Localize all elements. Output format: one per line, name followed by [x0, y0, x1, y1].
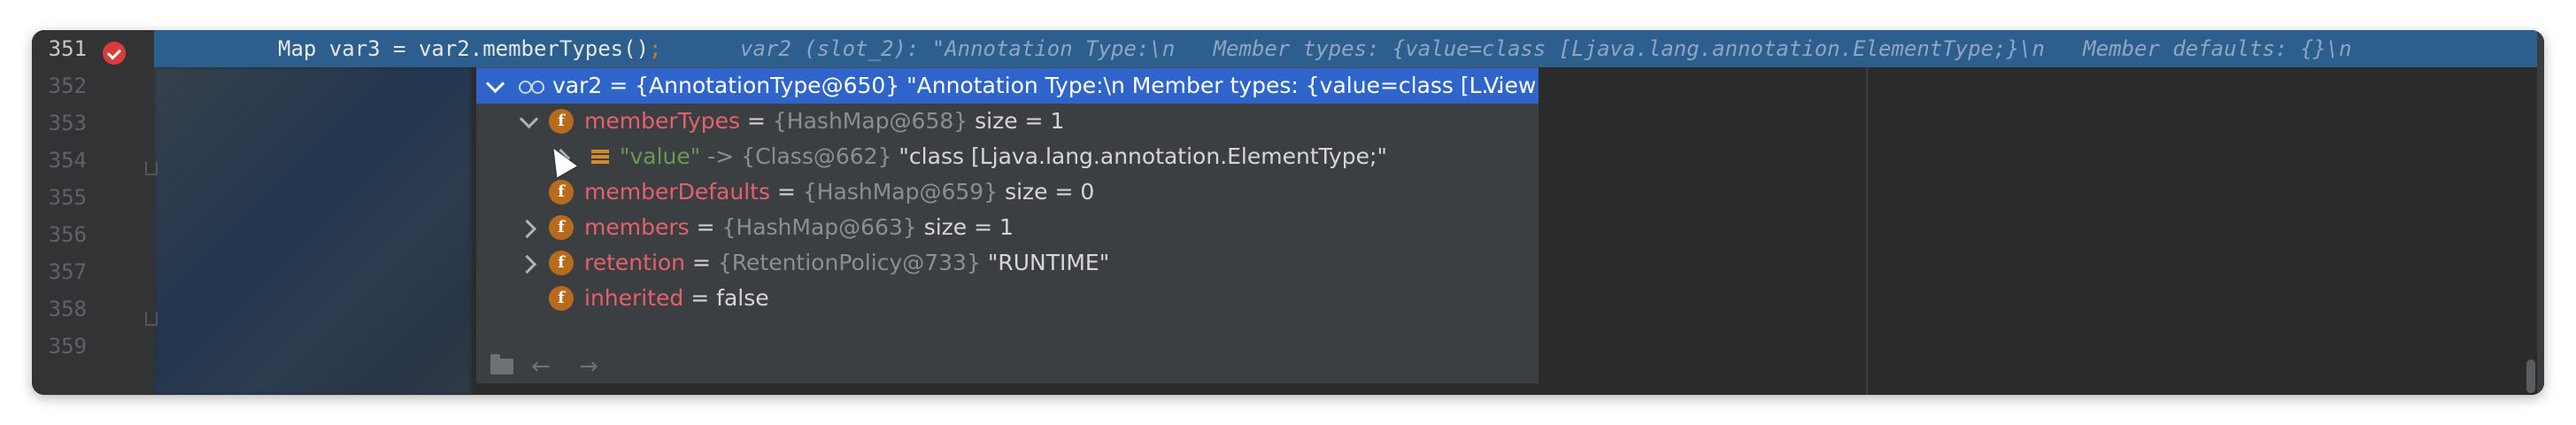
- map-entry-icon: [591, 150, 609, 164]
- equals-sign: =: [683, 285, 717, 311]
- popup-header-text: var2 = {AnnotationType@650} "Annotation …: [552, 73, 1503, 98]
- forward-arrow-icon[interactable]: →: [579, 355, 598, 378]
- line-number-gutter[interactable]: 351 352 353 354 355 356 357 358 359: [32, 30, 158, 395]
- tree-row-inherited[interactable]: f inherited = false: [476, 281, 1539, 316]
- map-arrow: ->: [700, 143, 742, 169]
- line-number: 354: [48, 148, 87, 173]
- object-ref: {RetentionPolicy@733}: [717, 250, 981, 275]
- back-arrow-icon[interactable]: ←: [531, 355, 551, 378]
- field-value: "RUNTIME": [980, 250, 1110, 275]
- tree-row-memberTypes[interactable]: f memberTypes = {HashMap@658} size = 1: [476, 104, 1539, 139]
- field-name: memberDefaults: [584, 179, 770, 205]
- fold-marker-icon[interactable]: [145, 312, 158, 326]
- field-value: false: [716, 285, 769, 311]
- equals-sign: =: [740, 108, 773, 134]
- field-value: "class [Ljava.lang.annotation.ElementTyp…: [891, 143, 1387, 169]
- field-icon: f: [549, 180, 574, 205]
- blurred-code-region: [154, 67, 471, 395]
- chevron-right-icon[interactable]: [517, 254, 537, 274]
- object-ref: {Class@662}: [741, 143, 892, 169]
- line-number: 351: [48, 36, 87, 61]
- scrollbar-track[interactable]: [2537, 30, 2544, 395]
- editor-window: Map var3 = var2.memberTypes(); var2 (slo…: [32, 30, 2544, 395]
- tree-row-memberDefaults[interactable]: f memberDefaults = {HashMap@659} size = …: [476, 174, 1539, 210]
- glasses-icon: [519, 81, 545, 94]
- line-number: 355: [48, 185, 87, 210]
- line-number: 357: [48, 259, 87, 284]
- map-key: "value": [620, 143, 701, 169]
- popup-header-row[interactable]: var2 = {AnnotationType@650} "Annotation …: [476, 68, 1539, 104]
- debug-value-popup: var2 = {AnnotationType@650} "Annotation …: [476, 67, 1539, 383]
- field-name: memberTypes: [584, 108, 741, 134]
- inline-debug-value: var2 (slot_2): "Annotation Type:\n Membe…: [740, 36, 2352, 61]
- code-statement: Map var3 = var2.memberTypes(): [278, 36, 650, 61]
- tree-row-value-entry[interactable]: "value" -> {Class@662} "class [Ljava.lan…: [476, 139, 1539, 174]
- chevron-down-icon[interactable]: [485, 73, 505, 94]
- field-name: inherited: [584, 285, 684, 311]
- chevron-right-icon[interactable]: [517, 219, 537, 239]
- chevron-down-icon[interactable]: [519, 109, 539, 129]
- equals-sign: =: [685, 250, 718, 275]
- equals-sign: =: [689, 214, 722, 240]
- line-number: 356: [48, 222, 87, 247]
- code-semicolon: ;: [649, 36, 662, 61]
- current-code-line[interactable]: Map var3 = var2.memberTypes();: [278, 30, 661, 67]
- field-icon: f: [549, 286, 574, 311]
- breakpoint-check-icon[interactable]: [103, 42, 126, 65]
- field-icon: f: [549, 109, 574, 134]
- folder-icon[interactable]: [490, 354, 513, 375]
- field-value: size = 0: [998, 179, 1095, 205]
- line-number: 359: [48, 334, 87, 359]
- field-value: size = 1: [968, 108, 1065, 134]
- view-link[interactable]: View: [1484, 68, 1536, 104]
- tree-row-members[interactable]: f members = {HashMap@663} size = 1: [476, 210, 1539, 245]
- field-value: size = 1: [916, 214, 1014, 240]
- field-icon: f: [549, 215, 574, 240]
- line-number: 352: [48, 73, 87, 98]
- object-ref: {HashMap@663}: [721, 214, 917, 240]
- fold-marker-icon[interactable]: [145, 161, 158, 175]
- field-icon: f: [549, 251, 574, 275]
- popup-toolbar: ← →: [476, 348, 1539, 383]
- scrollbar-thumb[interactable]: [2526, 359, 2535, 393]
- field-name: members: [584, 214, 690, 240]
- object-ref: {HashMap@659}: [802, 179, 999, 205]
- equals-sign: =: [770, 179, 803, 205]
- line-number: 358: [48, 297, 87, 321]
- tree-row-retention[interactable]: f retention = {RetentionPolicy@733} "RUN…: [476, 245, 1539, 281]
- editor-divider: [1866, 67, 1868, 395]
- field-name: retention: [584, 250, 686, 275]
- object-ref: {HashMap@658}: [772, 108, 968, 134]
- line-number: 353: [48, 111, 87, 135]
